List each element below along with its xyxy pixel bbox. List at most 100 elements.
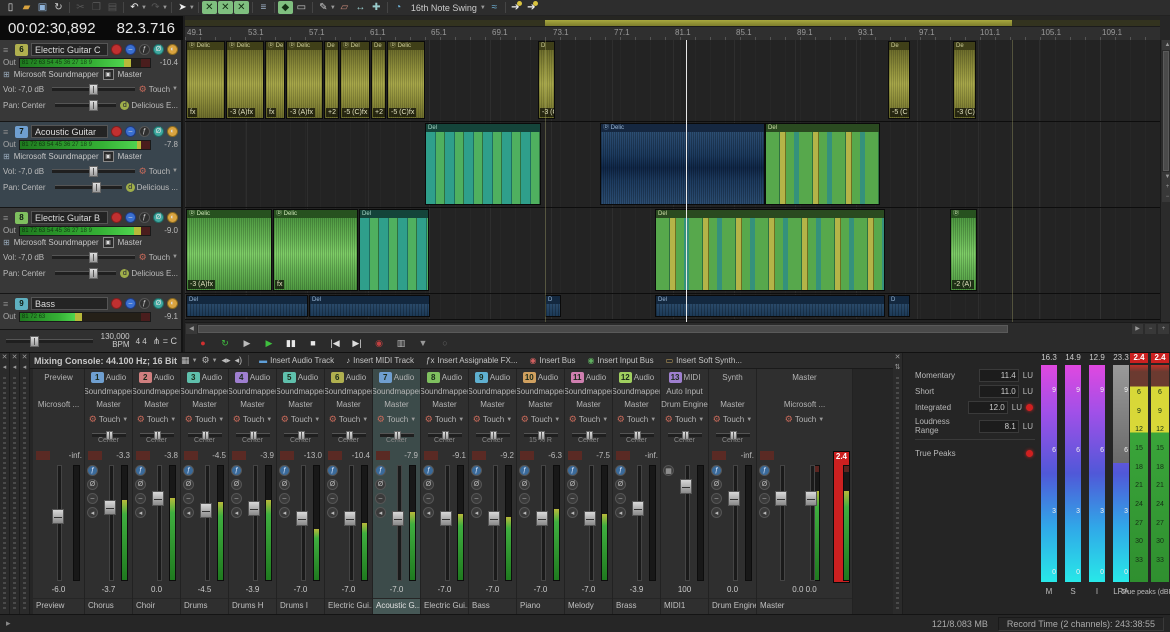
strip-automation-row[interactable]: ⚙Touch▼	[709, 411, 756, 428]
strip-pan-thumb[interactable]	[442, 431, 449, 440]
strip-automation-caret[interactable]: ▼	[410, 417, 416, 423]
strip-pan-slider[interactable]	[428, 433, 462, 437]
strip-peak-value[interactable]: -9.1	[452, 451, 466, 460]
timestretch-tool-icon[interactable]: ↔	[353, 1, 368, 14]
strip-fx-icon[interactable]: ƒ	[423, 465, 434, 476]
fader-thumb[interactable]	[392, 511, 404, 526]
strip-pan-slider[interactable]	[236, 433, 270, 437]
save-icon[interactable]: ▣	[35, 1, 50, 14]
strip-mute-icon[interactable]: –	[423, 493, 434, 504]
undo-icon[interactable]: ↶	[127, 1, 142, 14]
loudness-close-icon[interactable]: ✕	[893, 353, 902, 363]
fader-thumb[interactable]	[248, 501, 260, 516]
pan-slider-thumb[interactable]	[89, 268, 98, 279]
mixer-strip-melody[interactable]: 11AudioSoundmapperMaster⚙Touch▼Center-7.…	[565, 369, 613, 614]
strip-fader-value[interactable]: 0.0	[133, 585, 180, 597]
audio-clip[interactable]: Ⓓ Delic-3 (A)fx	[186, 209, 272, 291]
strip-automation-row[interactable]: ⚙Touch▼	[325, 411, 372, 428]
mixer-strip-acoustic-g-[interactable]: 7AudioSoundmapperMaster⚙Touch▼Center-7.9…	[373, 369, 421, 614]
collapse-dock-icon[interactable]: ◂	[10, 363, 19, 373]
strip-output-row[interactable]: Master	[325, 398, 372, 411]
mute-button[interactable]: –	[125, 126, 136, 137]
mixer-strip-piano[interactable]: 10AudioSoundmapperMaster⚙Touch▼15 % R-6.…	[517, 369, 565, 614]
strip-route-icon[interactable]: ◂	[279, 507, 290, 518]
strip-fader-value[interactable]: 100	[661, 585, 708, 597]
fader-thumb[interactable]	[440, 511, 452, 526]
track-fx-label[interactable]: Delicious E...	[131, 101, 178, 110]
vscroll-thumb[interactable]	[1163, 51, 1169, 171]
strip-input-row[interactable]: Soundmapper	[133, 385, 180, 398]
fader-thumb[interactable]	[584, 511, 596, 526]
play-from-start-button[interactable]: ▶	[239, 336, 255, 350]
strip-pan-thumb[interactable]	[154, 431, 161, 440]
stop-button[interactable]: ■	[305, 336, 321, 350]
strip-fader[interactable]	[488, 465, 500, 581]
strip-route-icon[interactable]: ◂	[519, 507, 530, 518]
strip-automation-caret[interactable]: ▼	[602, 417, 608, 423]
strip-input-row[interactable]: Soundmapper	[517, 385, 564, 398]
track-header[interactable]: ≡7Acoustic Guitar–ƒØ◐Out81 72 63 54 45 3…	[0, 122, 181, 208]
strip-route-icon[interactable]: ◂	[327, 507, 338, 518]
strip-fader[interactable]	[632, 465, 644, 581]
marker-button[interactable]: ▼	[415, 336, 431, 350]
key-display[interactable]: ⋔ = C	[153, 336, 177, 347]
strip-route-icon[interactable]: ◂	[87, 507, 98, 518]
strip-route-icon[interactable]: ◂	[231, 507, 242, 518]
strip-name-label[interactable]: Chorus	[85, 598, 132, 614]
strip-input-row[interactable]: Soundmapper	[373, 385, 420, 398]
track-fx-label[interactable]: Delicious ...	[137, 183, 178, 192]
render-icon[interactable]: ↻	[51, 1, 66, 14]
strip-pan-slider[interactable]	[524, 433, 558, 437]
strip-automation-gear-icon[interactable]: ⚙	[521, 414, 529, 425]
pan-slider[interactable]	[55, 185, 121, 189]
close-dock-icon[interactable]: ✕	[20, 353, 29, 363]
zoom-out-vertical-button[interactable]: −	[1162, 192, 1170, 202]
insert-input-bus-button[interactable]: ◉Insert Input Bus	[584, 356, 658, 365]
strip-peak-value[interactable]: -6.3	[548, 451, 562, 460]
input-monitor-button[interactable]: ◐	[167, 212, 178, 223]
fx-button[interactable]: ƒ	[139, 212, 150, 223]
pan-value[interactable]: Center	[21, 183, 51, 192]
strip-automation-row[interactable]: ⚙Touch▼	[757, 411, 852, 428]
strip-pan-thumb[interactable]	[586, 431, 593, 440]
strip-automation-caret[interactable]: ▼	[362, 417, 368, 423]
volume-slider[interactable]	[52, 87, 134, 91]
track-grip-icon[interactable]: ≡	[3, 45, 12, 55]
selection-tool-icon[interactable]: ▭	[294, 1, 309, 14]
strip-pan-slider[interactable]	[476, 433, 510, 437]
strip-fader-value[interactable]: -7.0	[421, 585, 468, 597]
mute-button[interactable]: –	[125, 298, 136, 309]
strip-automation-row[interactable]: ⚙Touch▼	[85, 411, 132, 428]
scroll-up-button[interactable]: ▲	[1162, 40, 1170, 50]
strip-name-label[interactable]: Drums	[181, 598, 228, 614]
strip-fx-icon[interactable]: ƒ	[471, 465, 482, 476]
strip-pan-slider[interactable]	[92, 433, 126, 437]
volume-slider-thumb[interactable]	[89, 252, 98, 263]
strip-phase-icon[interactable]: Ø	[711, 479, 722, 490]
view-grid-icon[interactable]: ▦	[181, 355, 190, 366]
strip-automation-row[interactable]: ⚙Touch▼	[613, 411, 660, 428]
track-header[interactable]: ≡8Electric Guitar B–ƒØ◐Out81 72 63 54 45…	[0, 208, 181, 294]
audio-clip[interactable]: D	[888, 295, 910, 317]
strip-pan-thumb[interactable]	[538, 431, 545, 440]
audio-clip[interactable]: Del	[655, 209, 885, 291]
strip-input-row[interactable]: Soundmapper	[325, 385, 372, 398]
strip-pan-slider[interactable]	[716, 433, 750, 437]
strip-output-row[interactable]: Master	[373, 398, 420, 411]
strip-fx-icon[interactable]: ƒ	[231, 465, 242, 476]
loudness-dock-grip[interactable]	[896, 377, 899, 610]
track-name-input[interactable]: Acoustic Guitar	[31, 125, 108, 138]
strip-phase-icon[interactable]: Ø	[471, 479, 482, 490]
strip-pan-row[interactable]: Center	[229, 428, 276, 451]
strip-pan-thumb[interactable]	[682, 431, 689, 440]
strip-mute-icon[interactable]: –	[759, 493, 770, 504]
envelope-tool-icon[interactable]: ✕	[202, 1, 217, 14]
strip-automation-caret[interactable]: ▼	[650, 417, 656, 423]
strip-fader-value[interactable]: -3.7	[85, 585, 132, 597]
settings-gear-icon-caret[interactable]: ▼	[212, 358, 218, 364]
strip-route-icon[interactable]: ◂	[567, 507, 578, 518]
strip-input-row[interactable]: Soundmapper	[421, 385, 468, 398]
strip-name-label[interactable]: Electric Gui...	[421, 598, 468, 614]
scroll-left-button[interactable]: ◀	[186, 324, 197, 334]
track-lane[interactable]: DelDelDDelD	[185, 294, 1160, 320]
